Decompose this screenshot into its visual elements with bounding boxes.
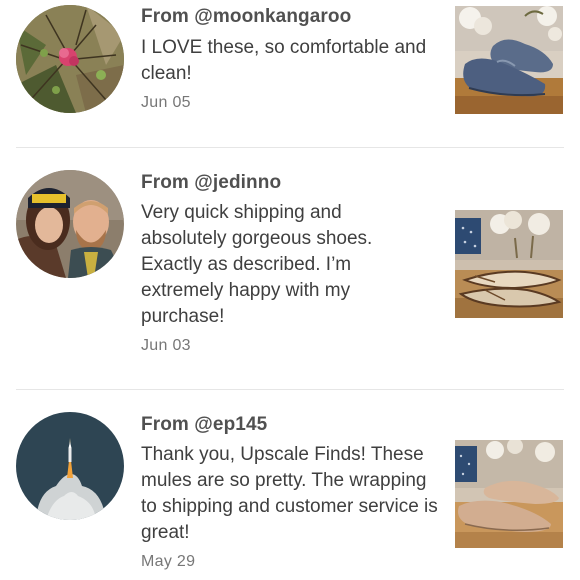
review-photo[interactable]	[455, 6, 563, 114]
review-item: From @ep145 Thank you, Upscale Finds! Th…	[0, 390, 580, 580]
review-photo[interactable]	[455, 440, 563, 548]
review-item: From @moonkangaroo I LOVE these, so comf…	[0, 0, 580, 148]
pointed-flats-photo-icon	[455, 210, 563, 318]
review-date: May 29	[141, 553, 196, 570]
review-date: Jun 05	[141, 94, 191, 111]
review-author[interactable]: From @ep145	[141, 414, 267, 436]
review-author[interactable]: From @moonkangaroo	[141, 6, 351, 28]
review-item: From @jedinno Very quick shipping and ab…	[0, 148, 580, 390]
pink-flower-avatar-icon	[16, 5, 124, 113]
review-text: I LOVE these, so comfortable and clean!	[141, 37, 427, 84]
user-avatar[interactable]	[16, 5, 124, 113]
user-avatar[interactable]	[16, 412, 124, 520]
user-avatar[interactable]	[16, 170, 124, 278]
review-photo[interactable]	[455, 210, 563, 318]
review-date: Jun 03	[141, 337, 191, 354]
couple-selfie-avatar-icon	[16, 170, 124, 278]
review-author[interactable]: From @jedinno	[141, 172, 281, 194]
review-text: Very quick shipping and absolutely gorge…	[141, 202, 373, 327]
review-text: Thank you, Upscale Finds! These mules ar…	[141, 444, 438, 543]
suede-mules-photo-icon	[455, 440, 563, 548]
blue-slip-on-sneakers-photo-icon	[455, 6, 563, 114]
rocket-launch-avatar-icon	[16, 412, 124, 520]
